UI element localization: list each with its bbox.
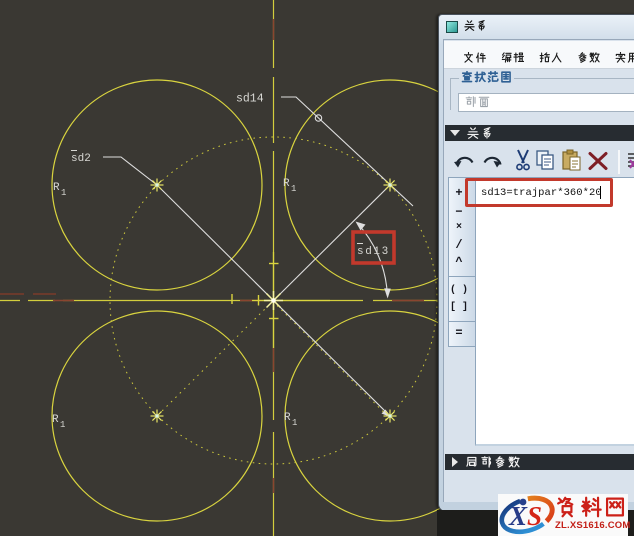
svg-text:1: 1	[292, 418, 297, 428]
svg-text:sd14: sd14	[236, 93, 264, 106]
svg-text:1: 1	[291, 184, 296, 194]
svg-text:X: X	[508, 501, 528, 531]
svg-text:S: S	[527, 501, 542, 531]
svg-text:1: 1	[61, 188, 66, 198]
svg-text:R: R	[52, 414, 59, 426]
svg-text:sd13: sd13	[357, 246, 390, 258]
svg-text:R: R	[53, 182, 60, 194]
svg-text:1: 1	[60, 420, 65, 430]
svg-text:R: R	[283, 178, 290, 190]
svg-text:R: R	[284, 412, 291, 424]
svg-text:sd2: sd2	[71, 153, 91, 165]
